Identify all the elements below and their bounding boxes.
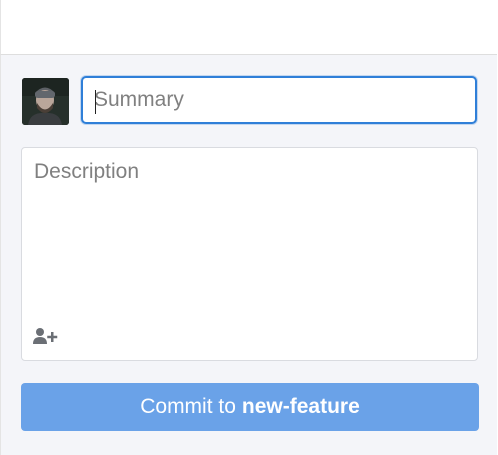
description-field-wrapper bbox=[21, 147, 478, 361]
add-coauthor-button[interactable] bbox=[32, 326, 60, 348]
add-coauthor-icon bbox=[33, 328, 58, 344]
commit-page: Commit to new-feature bbox=[0, 0, 498, 455]
summary-field-wrapper bbox=[81, 76, 477, 124]
commit-branch-name: new-feature bbox=[241, 395, 360, 418]
summary-input[interactable] bbox=[83, 78, 475, 122]
changes-list-area bbox=[0, 0, 497, 55]
description-input[interactable] bbox=[22, 148, 477, 318]
user-avatar bbox=[22, 78, 69, 125]
avatar-image bbox=[22, 78, 69, 125]
text-caret bbox=[95, 90, 96, 114]
commit-button[interactable]: Commit to new-feature bbox=[21, 383, 479, 431]
commit-button-prefix: Commit to bbox=[140, 395, 236, 418]
commit-message-panel: Commit to new-feature bbox=[0, 55, 497, 455]
